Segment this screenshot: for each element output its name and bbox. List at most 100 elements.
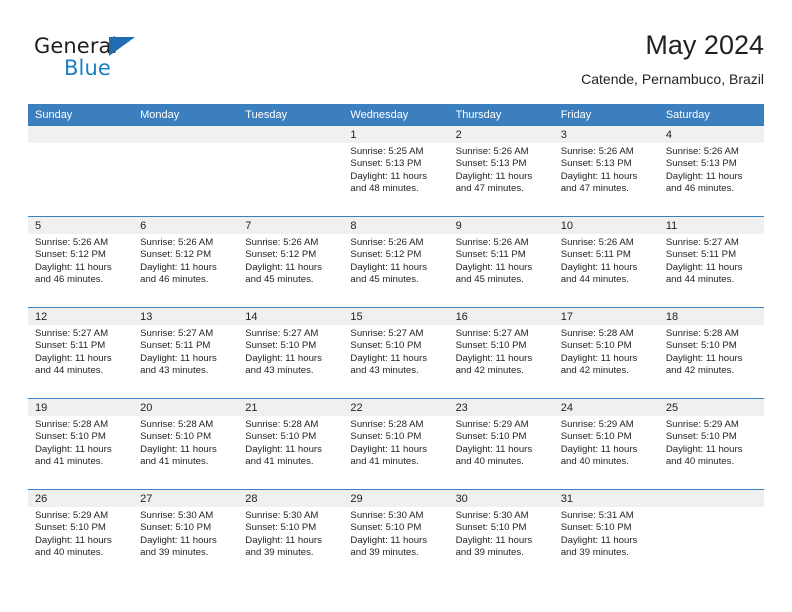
daylight-text-line1: Daylight: 11 hours [665, 261, 743, 273]
day-cell[interactable]: 20 Sunrise: 5:28 AM Sunset: 5:10 PM Dayligh… [133, 398, 239, 490]
day-cell[interactable]: 6 Sunrise: 5:26 AM Sunset: 5:12 PM Daylight… [133, 216, 239, 308]
daylight-text-line1: Daylight: 11 hours [455, 443, 533, 455]
daylight-text-line2: and 44 minutes. [665, 273, 735, 285]
day-number: 19 [28, 399, 134, 416]
sunset-text: Sunset: 5:13 PM [350, 158, 422, 170]
day-cell[interactable]: 10 Sunrise: 5:26 AM Sunset: 5:11 PM Dayligh… [553, 216, 659, 308]
sunrise-text: Sunrise: 5:27 AM [35, 328, 109, 339]
sunrise-text: Sunrise: 5:28 AM [560, 328, 634, 339]
day-cell[interactable]: 19 Sunrise: 5:28 AM Sunset: 5:10 PM Dayligh… [28, 398, 134, 490]
sunrise-text: Sunrise: 5:26 AM [140, 237, 214, 248]
weekday-header-tuesday: Tuesday [238, 104, 344, 126]
day-cell[interactable]: 17 Sunrise: 5:28 AM Sunset: 5:10 PM Dayligh… [553, 307, 659, 399]
daylight-text-line2: and 45 minutes. [455, 273, 524, 285]
day-cell[interactable]: 4 Sunrise: 5:26 AM Sunset: 5:13 PM Daylight… [658, 126, 764, 217]
sunset-text: Sunset: 5:10 PM [350, 431, 422, 443]
day-number: 16 [448, 308, 554, 325]
day-number: 9 [448, 217, 554, 234]
day-details: Sunrise: 5:26 AM Sunset: 5:13 PM Daylight:… [449, 143, 554, 195]
day-cell[interactable]: 16 Sunrise: 5:27 AM Sunset: 5:10 PM Dayligh… [448, 307, 554, 399]
day-details: Sunrise: 5:30 AM Sunset: 5:10 PM Daylight:… [343, 507, 448, 559]
sunrise-text: Sunrise: 5:26 AM [350, 237, 424, 248]
day-cell[interactable]: 7 Sunrise: 5:26 AM Sunset: 5:12 PM Daylight… [238, 216, 344, 308]
day-number: 3 [553, 126, 659, 143]
day-cell[interactable]: 27 Sunrise: 5:30 AM Sunset: 5:10 PM Dayligh… [133, 489, 239, 580]
sunrise-text: Sunrise: 5:30 AM [350, 510, 424, 521]
day-details: Sunrise: 5:28 AM Sunset: 5:10 PM Daylight:… [659, 325, 764, 377]
day-cell[interactable] [28, 126, 134, 217]
title-block: May 2024 Catende, Pernambuco, Brazil [284, 28, 764, 88]
sunset-text: Sunset: 5:10 PM [665, 431, 737, 443]
day-cell[interactable]: 13 Sunrise: 5:27 AM Sunset: 5:11 PM Dayligh… [133, 307, 239, 399]
sunrise-text: Sunrise: 5:26 AM [35, 237, 109, 248]
day-number [28, 126, 134, 143]
daylight-text-line1: Daylight: 11 hours [35, 261, 112, 273]
day-cell[interactable]: 2 Sunrise: 5:26 AM Sunset: 5:13 PM Daylight… [448, 126, 554, 217]
day-cell[interactable] [133, 126, 239, 217]
day-cell[interactable]: 28 Sunrise: 5:30 AM Sunset: 5:10 PM Dayligh… [238, 489, 344, 580]
day-cell[interactable]: 12 Sunrise: 5:27 AM Sunset: 5:11 PM Dayligh… [28, 307, 134, 399]
day-cell[interactable]: 30 Sunrise: 5:30 AM Sunset: 5:10 PM Dayligh… [448, 489, 554, 580]
sunset-text: Sunset: 5:10 PM [140, 431, 212, 443]
day-cell[interactable] [238, 126, 344, 217]
sunset-text: Sunset: 5:10 PM [560, 431, 632, 443]
daylight-text-line2: and 40 minutes. [35, 546, 104, 558]
day-cell[interactable]: 21 Sunrise: 5:28 AM Sunset: 5:10 PM Dayligh… [238, 398, 344, 490]
daylight-text-line2: and 40 minutes. [455, 455, 524, 467]
day-cell[interactable]: 23 Sunrise: 5:29 AM Sunset: 5:10 PM Dayligh… [448, 398, 554, 490]
sunrise-text: Sunrise: 5:28 AM [350, 419, 424, 430]
day-number: 15 [343, 308, 449, 325]
daylight-text-line1: Daylight: 11 hours [350, 352, 428, 364]
sunset-text: Sunset: 5:10 PM [35, 431, 106, 443]
sunrise-text: Sunrise: 5:27 AM [665, 237, 739, 248]
day-cell[interactable] [658, 489, 764, 580]
day-details: Sunrise: 5:27 AM Sunset: 5:10 PM Daylight:… [449, 325, 554, 377]
daylight-text-line1: Daylight: 11 hours [35, 534, 112, 546]
sunset-text: Sunset: 5:10 PM [350, 522, 422, 534]
day-number: 28 [238, 490, 344, 507]
day-number: 31 [553, 490, 659, 507]
day-cell[interactable]: 14 Sunrise: 5:27 AM Sunset: 5:10 PM Dayligh… [238, 307, 344, 399]
day-cell[interactable]: 29 Sunrise: 5:30 AM Sunset: 5:10 PM Dayligh… [343, 489, 449, 580]
day-cell[interactable]: 8 Sunrise: 5:26 AM Sunset: 5:12 PM Daylight… [343, 216, 449, 308]
day-cell[interactable]: 26 Sunrise: 5:29 AM Sunset: 5:10 PM Dayligh… [28, 489, 134, 580]
day-details: Sunrise: 5:26 AM Sunset: 5:11 PM Daylight:… [449, 234, 554, 286]
day-cell[interactable]: 1 Sunrise: 5:25 AM Sunset: 5:13 PM Daylight… [343, 126, 449, 217]
weekday-header-monday: Monday [133, 104, 239, 126]
day-cell[interactable]: 22 Sunrise: 5:28 AM Sunset: 5:10 PM Dayligh… [343, 398, 449, 490]
day-number [658, 490, 764, 507]
sunset-text: Sunset: 5:12 PM [350, 249, 422, 261]
day-number: 7 [238, 217, 344, 234]
sunset-text: Sunset: 5:13 PM [560, 158, 632, 170]
day-cell[interactable]: 5 Sunrise: 5:26 AM Sunset: 5:12 PM Daylight… [28, 216, 134, 308]
day-cell[interactable]: 31 Sunrise: 5:31 AM Sunset: 5:10 PM Dayligh… [553, 489, 659, 580]
day-cell[interactable]: 11 Sunrise: 5:27 AM Sunset: 5:11 PM Dayligh… [658, 216, 764, 308]
daylight-text-line1: Daylight: 11 hours [665, 443, 743, 455]
day-cell[interactable]: 24 Sunrise: 5:29 AM Sunset: 5:10 PM Dayligh… [553, 398, 659, 490]
calendar-page: General Blue May 2024 Catende, Pernambuc… [0, 0, 792, 612]
day-number: 26 [28, 490, 134, 507]
general-blue-logo[interactable]: General Blue [34, 34, 234, 94]
day-number: 17 [553, 308, 659, 325]
sunset-text: Sunset: 5:13 PM [665, 158, 737, 170]
sunrise-text: Sunrise: 5:27 AM [350, 328, 424, 339]
day-cell[interactable]: 25 Sunrise: 5:29 AM Sunset: 5:10 PM Dayligh… [658, 398, 764, 490]
day-cell[interactable]: 18 Sunrise: 5:28 AM Sunset: 5:10 PM Dayligh… [658, 307, 764, 399]
sunset-text: Sunset: 5:10 PM [455, 340, 527, 352]
day-details: Sunrise: 5:28 AM Sunset: 5:10 PM Daylight:… [343, 416, 448, 468]
day-details [659, 507, 764, 510]
day-details: Sunrise: 5:25 AM Sunset: 5:13 PM Daylight:… [343, 143, 448, 195]
day-number: 2 [448, 126, 554, 143]
day-number: 29 [343, 490, 449, 507]
daylight-text-line1: Daylight: 11 hours [245, 261, 322, 273]
day-cell[interactable]: 15 Sunrise: 5:27 AM Sunset: 5:10 PM Dayligh… [343, 307, 449, 399]
day-cell[interactable]: 9 Sunrise: 5:26 AM Sunset: 5:11 PM Daylight… [448, 216, 554, 308]
daylight-text-line1: Daylight: 11 hours [35, 352, 112, 364]
sunset-text: Sunset: 5:11 PM [35, 340, 106, 352]
sunset-text: Sunset: 5:10 PM [560, 522, 632, 534]
day-details: Sunrise: 5:28 AM Sunset: 5:10 PM Daylight:… [133, 416, 238, 468]
daylight-text-line2: and 40 minutes. [665, 455, 735, 467]
day-cell[interactable]: 3 Sunrise: 5:26 AM Sunset: 5:13 PM Daylight… [553, 126, 659, 217]
day-details: Sunrise: 5:27 AM Sunset: 5:11 PM Daylight:… [28, 325, 133, 377]
sunrise-text: Sunrise: 5:27 AM [455, 328, 529, 339]
